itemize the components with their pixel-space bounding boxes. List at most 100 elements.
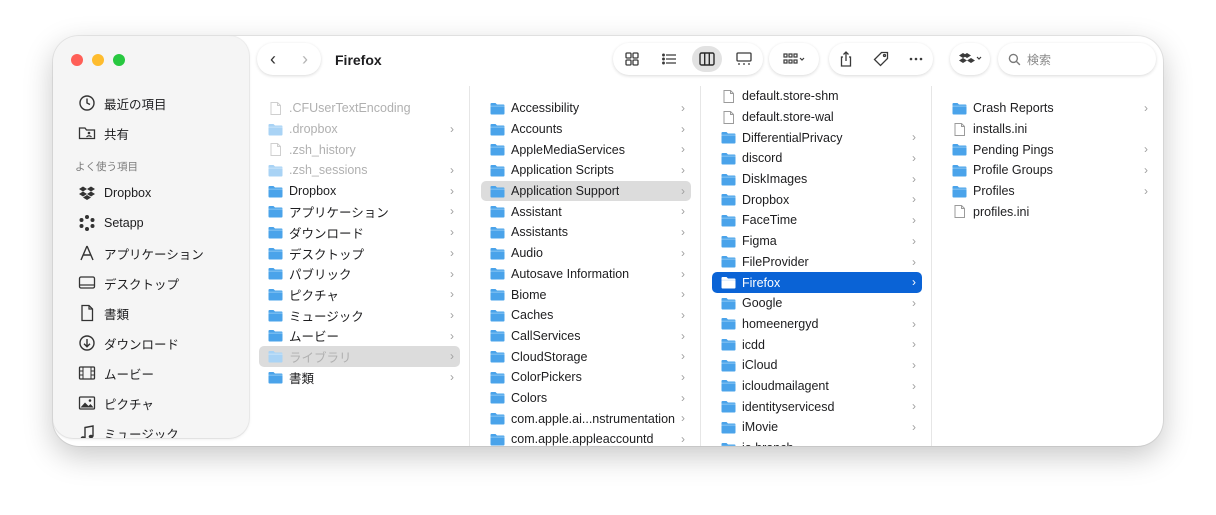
back-button[interactable]: ‹ — [262, 48, 284, 70]
chevron-right-icon: › — [912, 275, 916, 290]
folder-row[interactable]: identityservicesd › — [712, 396, 922, 417]
folder-row[interactable]: iMovie › — [712, 417, 922, 438]
gallery-view-button[interactable] — [729, 46, 759, 72]
folder-row[interactable]: com.apple.appleaccountd › — [481, 429, 691, 446]
folder-row[interactable]: Caches › — [481, 305, 691, 326]
sidebar-item[interactable]: 最近の項目 — [53, 88, 249, 118]
folder-row[interactable]: Colors › — [481, 388, 691, 409]
folder-row[interactable]: ダウンロード › — [259, 222, 460, 243]
dropbox-menu[interactable] — [950, 43, 990, 75]
navigation-group: ‹ › — [257, 43, 321, 75]
file-row[interactable]: .CFUserTextEncoding — [259, 98, 460, 119]
dropbox-icon — [79, 186, 95, 200]
item-name: アプリケーション — [289, 206, 389, 221]
folder-row[interactable]: icloudmailagent › — [712, 376, 922, 397]
folder-row[interactable]: Accounts › — [481, 119, 691, 140]
share-button[interactable] — [831, 46, 861, 72]
group-by-menu[interactable] — [769, 43, 819, 75]
folder-row[interactable]: ムービー › — [259, 326, 460, 347]
folder-row[interactable]: アプリケーション › — [259, 201, 460, 222]
tag-icon — [873, 51, 889, 67]
chevron-right-icon: › — [912, 337, 916, 352]
folder-row[interactable]: Accessibility › — [481, 98, 691, 119]
folder-row[interactable]: discord › — [712, 148, 922, 169]
sidebar-item[interactable]: 書類 — [53, 298, 249, 328]
sidebar-item[interactable]: 共有 — [53, 118, 249, 148]
sidebar-item[interactable]: デスクトップ — [53, 268, 249, 298]
sidebar-item[interactable]: Dropbox — [53, 178, 249, 208]
folder-icon — [952, 164, 967, 177]
folder-row[interactable]: Google › — [712, 293, 922, 314]
item-name: Figma — [742, 234, 777, 249]
list-view-button[interactable] — [654, 46, 684, 72]
folder-row[interactable]: Application Scripts › — [481, 160, 691, 181]
folder-row[interactable]: Assistants › — [481, 222, 691, 243]
file-row[interactable]: installs.ini — [943, 119, 1154, 140]
forward-button[interactable]: › — [294, 48, 316, 70]
file-row[interactable]: default.store-shm — [712, 86, 922, 107]
photo-icon — [77, 394, 97, 412]
folder-row[interactable]: Figma › — [712, 231, 922, 252]
folder-row[interactable]: iCloud › — [712, 355, 922, 376]
folder-row[interactable]: DifferentialPrivacy › — [712, 127, 922, 148]
folder-row[interactable]: CloudStorage › — [481, 346, 691, 367]
folder-row[interactable]: ミュージック › — [259, 305, 460, 326]
folder-row[interactable]: Profile Groups › — [943, 160, 1154, 181]
folder-row[interactable]: Assistant › — [481, 201, 691, 222]
item-name: DifferentialPrivacy — [742, 130, 843, 145]
tag-button[interactable] — [866, 46, 896, 72]
sidebar-item[interactable]: ピクチャ — [53, 388, 249, 418]
folder-row[interactable]: icdd › — [712, 334, 922, 355]
folder-row[interactable]: デスクトップ › — [259, 243, 460, 264]
chevron-right-icon: › — [681, 266, 685, 281]
sidebar-item[interactable]: ミュージック — [53, 418, 249, 438]
zoom-button[interactable] — [113, 54, 125, 66]
more-button[interactable] — [901, 46, 931, 72]
more-icon — [909, 57, 922, 61]
folder-row[interactable]: CallServices › — [481, 326, 691, 347]
folder-row[interactable]: Dropbox › — [259, 181, 460, 202]
folder-row[interactable]: homeenergyd › — [712, 314, 922, 335]
folder-row[interactable]: .dropbox › — [259, 119, 460, 140]
folder-row[interactable]: FileProvider › — [712, 252, 922, 273]
folder-row[interactable]: com.apple.ai...nstrumentation › — [481, 408, 691, 429]
folder-row[interactable]: パブリック › — [259, 264, 460, 285]
file-row[interactable]: profiles.ini — [943, 201, 1154, 222]
folder-row[interactable]: Audio › — [481, 243, 691, 264]
folder-row[interactable]: DiskImages › — [712, 169, 922, 190]
search-input[interactable]: 検索 — [1027, 51, 1051, 68]
folder-row[interactable]: Pending Pings › — [943, 139, 1154, 160]
folder-row[interactable]: ピクチャ › — [259, 284, 460, 305]
folder-row[interactable]: Biome › — [481, 284, 691, 305]
folder-row[interactable]: .zsh_sessions › — [259, 160, 460, 181]
folder-row[interactable]: io.branch › — [712, 438, 922, 446]
folder-row[interactable]: Profiles › — [943, 181, 1154, 202]
folder-row[interactable]: AppleMediaServices › — [481, 139, 691, 160]
file-row[interactable]: default.store-wal — [712, 107, 922, 128]
close-button[interactable] — [71, 54, 83, 66]
chevron-right-icon: › — [681, 121, 685, 136]
folder-row[interactable]: Application Support › — [481, 180, 691, 202]
folder-icon — [490, 268, 505, 280]
minimize-button[interactable] — [92, 54, 104, 66]
folder-row[interactable]: ColorPickers › — [481, 367, 691, 388]
folder-row[interactable]: Autosave Information › — [481, 264, 691, 285]
folder-row[interactable]: ライブラリ › — [259, 346, 460, 367]
file-row[interactable]: .zsh_history — [259, 139, 460, 160]
share-icon — [841, 51, 852, 67]
folder-row[interactable]: Crash Reports › — [943, 98, 1154, 119]
icon-view-button[interactable] — [617, 46, 647, 72]
desktop-icon — [77, 274, 97, 292]
sidebar-item[interactable]: ダウンロード — [53, 328, 249, 358]
folder-row[interactable]: 書類 › — [259, 367, 460, 388]
folder-row[interactable]: Firefox › — [712, 272, 922, 293]
sidebar-item[interactable]: Setapp — [53, 208, 249, 238]
sidebar-item[interactable]: アプリケーション — [53, 238, 249, 268]
folder-row[interactable]: FaceTime › — [712, 210, 922, 231]
column-view-button[interactable] — [691, 46, 722, 72]
sidebar-item[interactable]: ムービー — [53, 358, 249, 388]
applications-icon — [77, 244, 97, 262]
search-field[interactable]: 検索 — [998, 43, 1156, 75]
folder-row[interactable]: Dropbox › — [712, 189, 922, 210]
item-name: Application Support — [511, 184, 620, 199]
